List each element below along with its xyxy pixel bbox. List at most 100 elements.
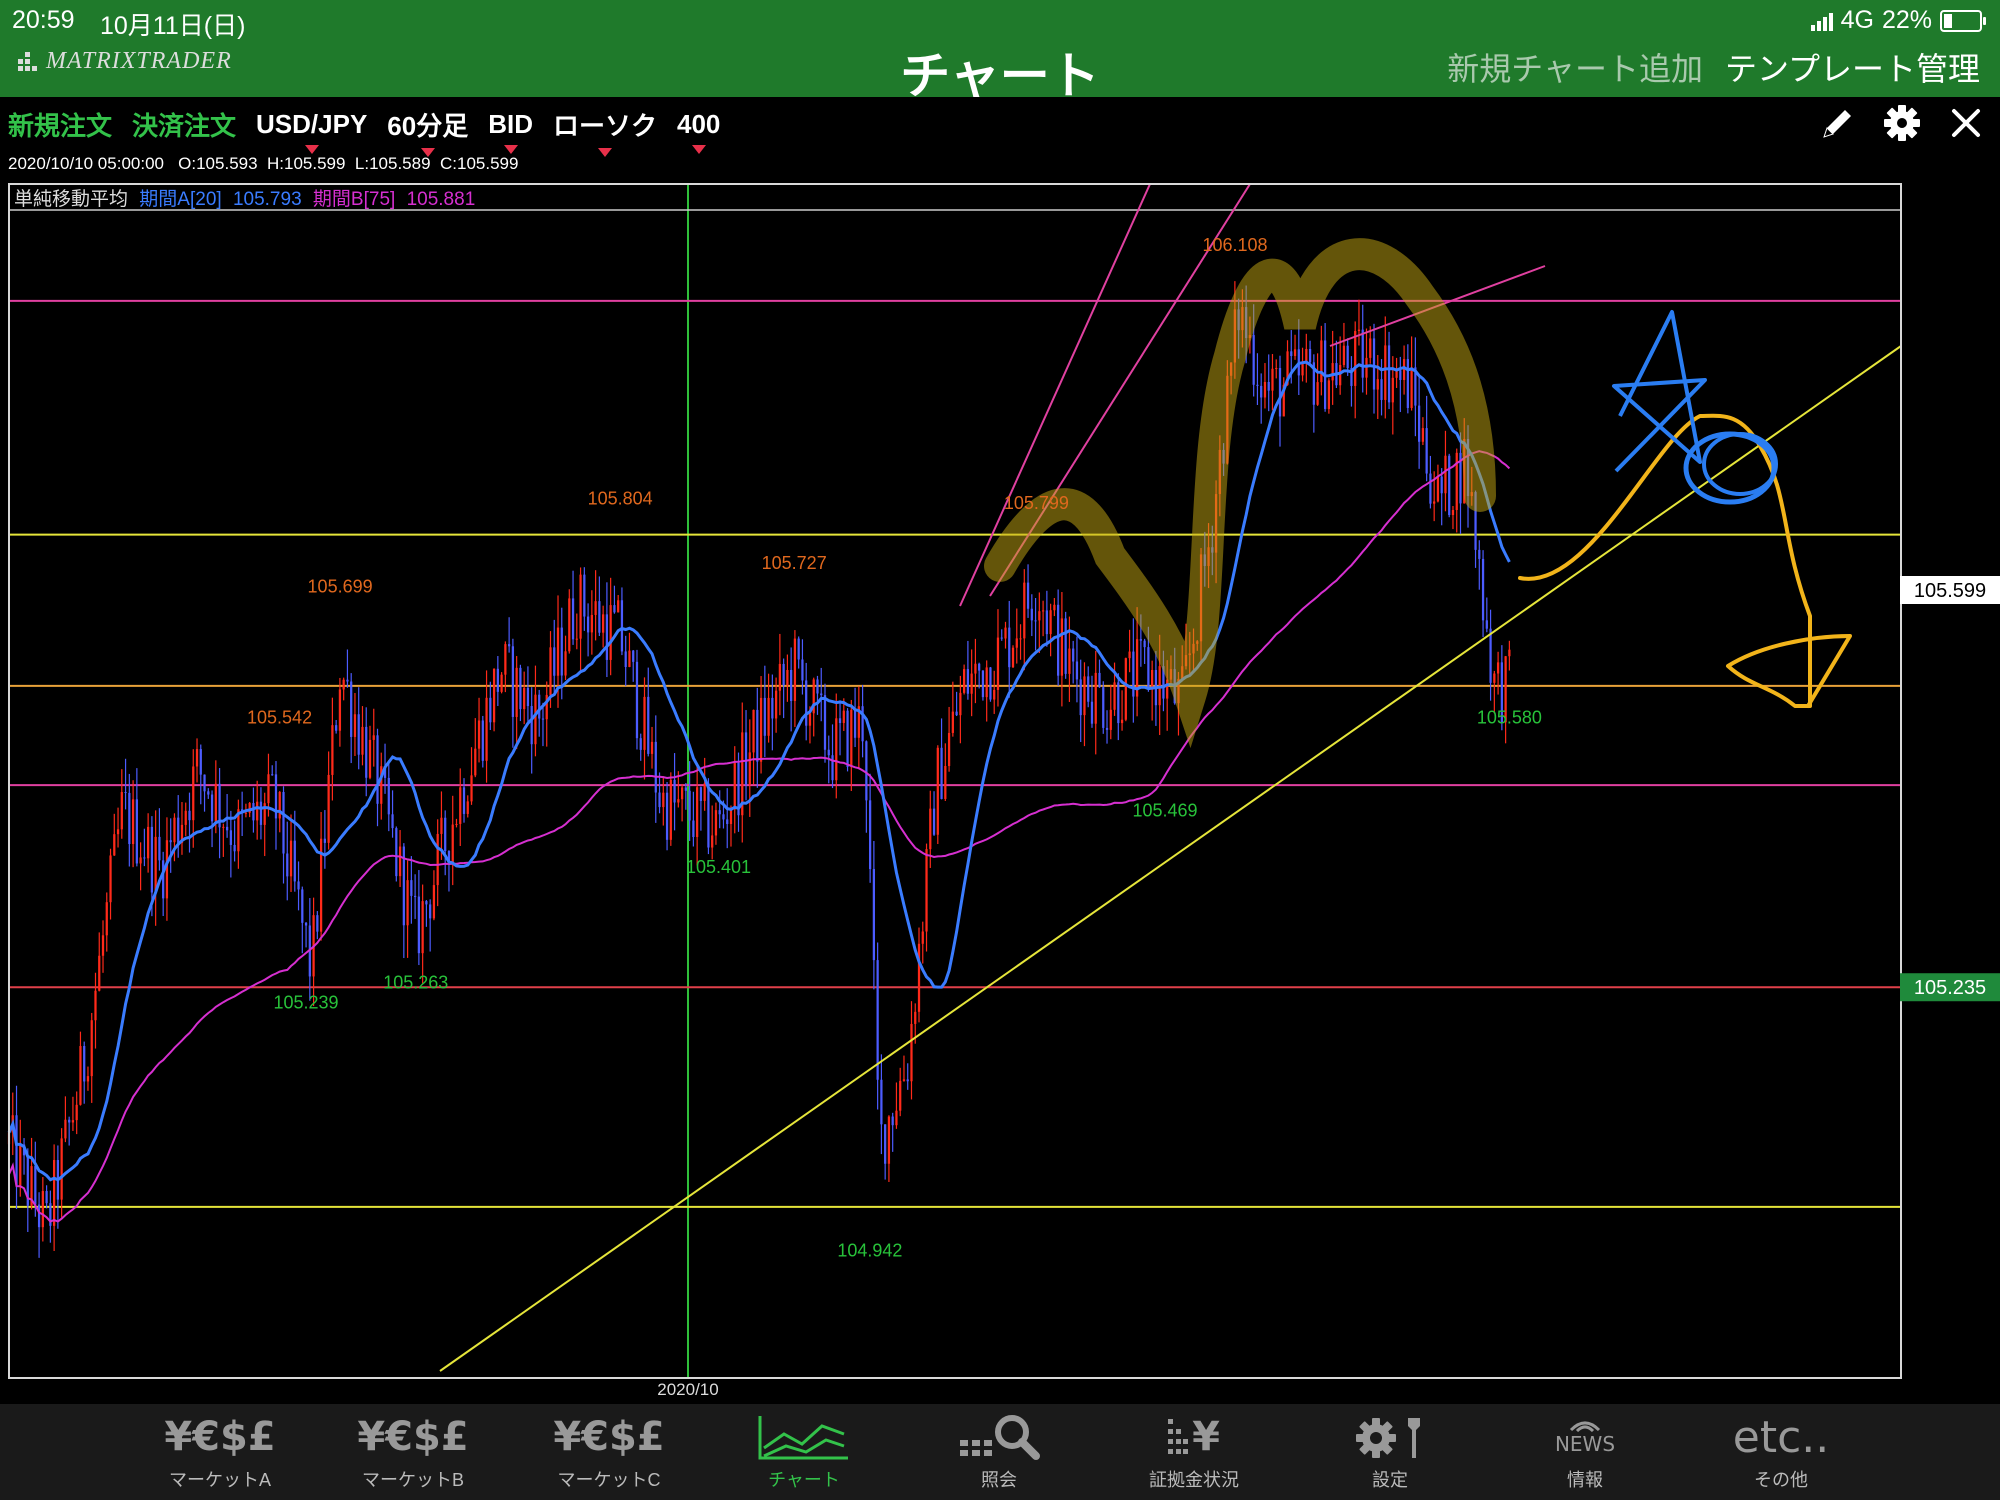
candle-body [368,739,372,778]
candle-body [985,667,988,698]
candle-body [1455,452,1458,511]
candle-body [1041,610,1045,612]
gear-icon[interactable] [1882,103,1922,143]
candle-body [782,663,785,686]
close-icon[interactable] [1946,103,1986,143]
candle-body [1026,582,1030,609]
high-price-label: 105.699 [308,576,373,596]
candle-body [643,696,646,750]
chart-style-dropdown[interactable]: ローソク [553,106,657,157]
candle-body [1399,370,1402,380]
tab-market-c[interactable]: ¥€$£ マーケットC [534,1412,684,1492]
candle-body [113,834,116,856]
timeframe-label: 60分足 [387,110,469,141]
timeframe-dropdown[interactable]: 60分足 [387,106,469,157]
candle-body [853,709,857,738]
candle-body [677,799,680,803]
candle-body [1094,672,1097,724]
bottom-tab-bar: ¥€$£ マーケットA ¥€$£ マーケットB ¥€$£ マーケットC チャート [0,1404,2000,1500]
ohlc-datetime: 2020/10/10 05:00:00 [8,154,164,173]
candle-body [688,790,691,821]
tab-other[interactable]: etc.. その他 [1706,1412,1856,1492]
candle-body [617,600,620,613]
candle-body [718,810,721,815]
high-price-label: 105.542 [247,707,312,727]
low-price-label: 105.263 [383,972,448,992]
candle-body [101,935,105,956]
candle-body [519,667,522,710]
tab-inquiry[interactable]: 照会 [924,1412,1074,1492]
candle-body [790,669,793,701]
candle-body [15,1115,18,1186]
candle-body [872,869,876,961]
settings-tools-icon [1315,1412,1465,1462]
candle-body [1271,368,1274,391]
candle-body [353,714,357,737]
tab-market-b[interactable]: ¥€$£ マーケットB [338,1412,488,1492]
news-icon: NEWS [1510,1412,1660,1462]
candle-body [71,1120,75,1123]
settle-order-button[interactable]: 決済注文 [132,106,236,143]
candle-body [1252,335,1255,385]
toolbar-icons [1818,103,1986,143]
candle-body [662,792,665,808]
candle-body [432,885,436,919]
candle-body [613,605,616,613]
candle-body [1147,647,1150,690]
candle-body [372,735,375,740]
tab-market-a[interactable]: ¥€$£ マーケットA [145,1412,295,1492]
candle-body [1275,367,1278,369]
candle-body [173,817,176,843]
candle-body [79,1046,82,1105]
candle-body [1357,329,1361,332]
template-manage-button[interactable]: テンプレート管理 [1725,44,1980,90]
candle-body [850,709,853,767]
tab-chart[interactable]: チャート [729,1412,879,1492]
candle-body [1128,651,1131,659]
candle-body [147,826,150,859]
tab-news[interactable]: NEWS 情報 [1510,1412,1660,1492]
count-label: 400 [677,108,721,139]
candle-body [1508,649,1511,657]
candle-body [786,669,789,686]
candle-body [195,749,199,767]
candle-body [1365,357,1368,378]
tab-settings[interactable]: 設定 [1315,1412,1465,1492]
candle-body [560,627,563,676]
candle-body [1305,348,1308,362]
candle-body [936,747,939,835]
candle-body [571,598,575,640]
candle-body [899,1080,902,1111]
new-order-button[interactable]: 新規注文 [8,106,112,143]
price-chart[interactable]: 105.699 105.542 105.804 105.727 105.799 106.1… [0,176,2000,1404]
tab-label: 照会 [981,1470,1017,1490]
candle-body [1451,510,1455,516]
status-indicators: 4G 22% [1810,6,1986,35]
candle-body [34,1166,37,1205]
count-dropdown[interactable]: 400 [677,108,721,154]
symbol-dropdown[interactable]: USD/JPY [256,109,367,154]
candle-body [805,680,808,726]
candle-body [496,668,499,692]
candle-body [256,801,259,821]
candle-body [259,801,263,825]
add-chart-button[interactable]: 新規チャート追加 [1447,44,1703,90]
candle-body [801,659,804,681]
candle-body [297,881,300,890]
candle-body [1019,638,1022,640]
candle-body [744,732,748,785]
tab-margin-status[interactable]: ¥ 証拠金状況 [1119,1412,1269,1492]
candle-body [116,829,120,835]
candle-body [267,774,270,804]
candle-body [887,1116,891,1164]
candle-body [429,904,432,919]
candle-body [1342,345,1346,365]
candle-body [729,809,733,824]
candle-body [774,690,778,719]
pencil-icon[interactable] [1818,103,1858,143]
candle-body [767,697,770,736]
candle-body [214,783,217,822]
candle-body [1493,673,1496,683]
price-type-dropdown[interactable]: BID [488,109,533,154]
candle-body [470,775,473,802]
